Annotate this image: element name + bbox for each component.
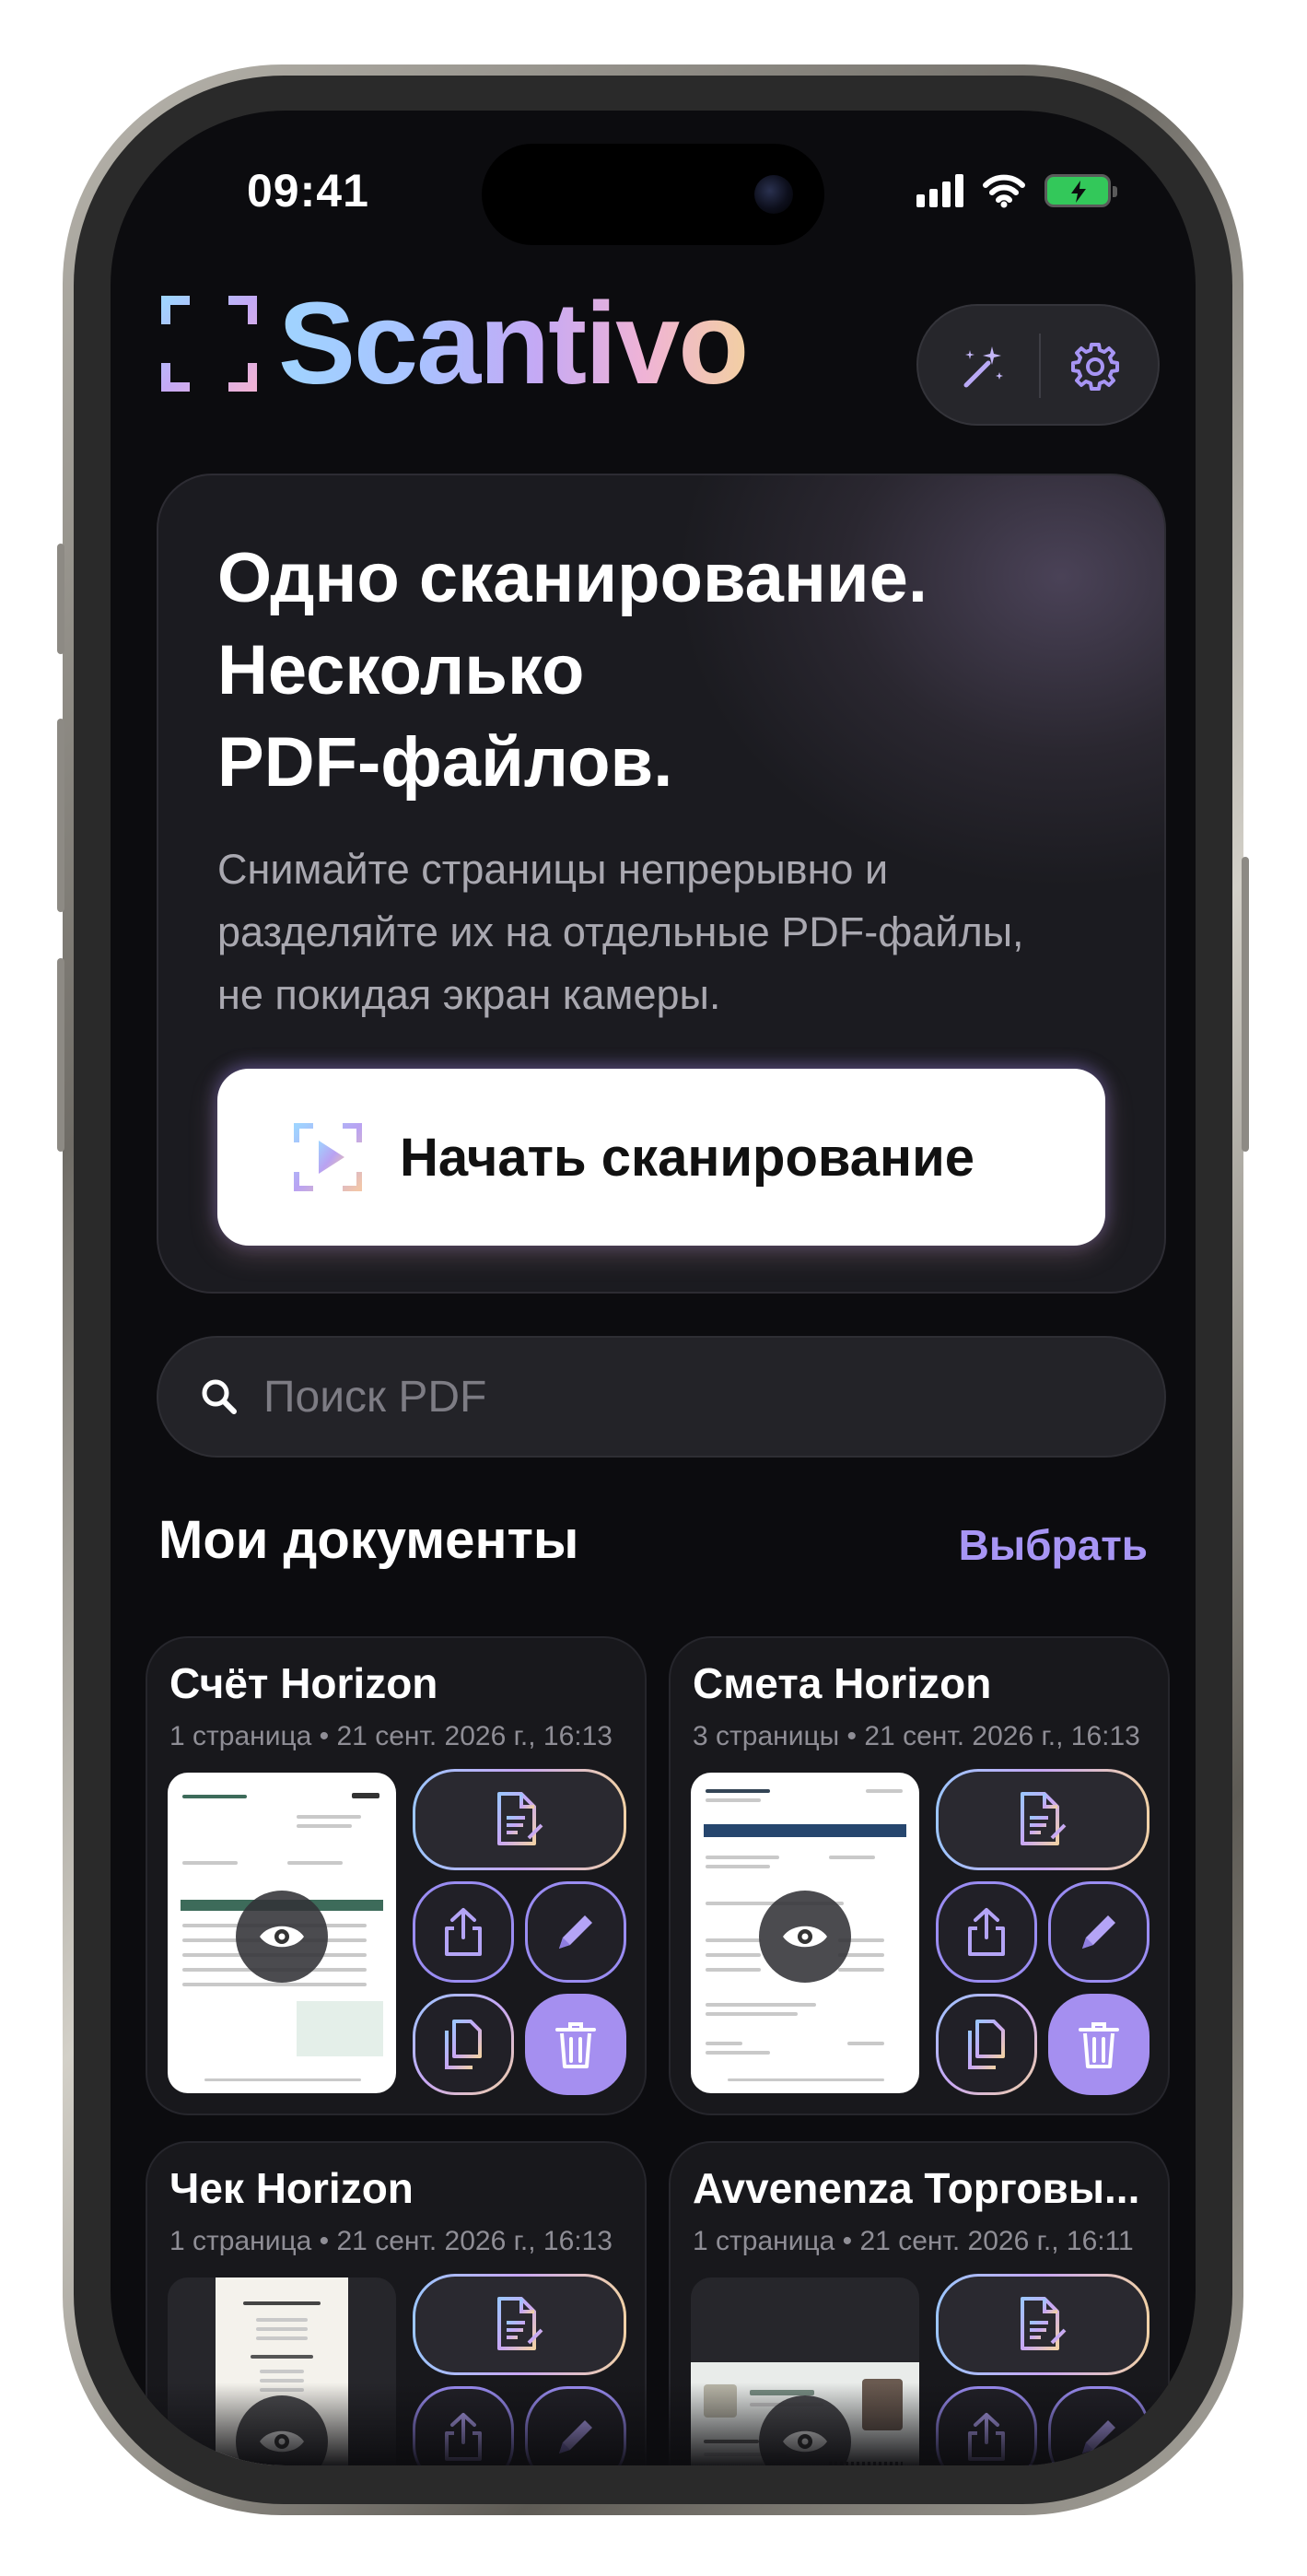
trash-icon bbox=[1079, 2022, 1119, 2068]
split-pdf-button[interactable] bbox=[936, 1769, 1149, 1870]
status-time: 09:41 bbox=[247, 165, 369, 217]
search-placeholder: Поиск PDF bbox=[263, 1372, 487, 1422]
magic-wand-icon bbox=[963, 346, 1003, 388]
document-edit-icon bbox=[1021, 2297, 1067, 2350]
app-name: Scantivo bbox=[278, 278, 749, 408]
share-icon bbox=[968, 1908, 1005, 1956]
split-pdf-button[interactable] bbox=[936, 2274, 1149, 2375]
volume-down-button bbox=[57, 958, 64, 1152]
search-field[interactable]: Поиск PDF bbox=[157, 1336, 1166, 1458]
document-edit-icon bbox=[1021, 1792, 1067, 1845]
rename-button[interactable] bbox=[1048, 1881, 1149, 1983]
hero-subtitle: Снимайте страницы непрерывно и разделяйт… bbox=[217, 846, 1024, 1018]
settings-button[interactable] bbox=[1058, 330, 1132, 404]
document-meta: 1 страница • 21 сент. 2026 г., 16:11 bbox=[693, 2226, 1134, 2256]
app-logo: Scantivo bbox=[158, 278, 749, 408]
document-meta: 1 страница • 21 сент. 2026 г., 16:13 bbox=[169, 2226, 613, 2256]
app-screen: 09:41 Scantivo Одно сканирование. Нескол… bbox=[111, 111, 1196, 2465]
document-title: Avvenenza Торговы... bbox=[693, 2164, 1140, 2212]
status-icons bbox=[916, 171, 1117, 210]
pencil-icon bbox=[559, 1915, 592, 1949]
document-edit-icon bbox=[497, 1792, 543, 1845]
header-actions bbox=[916, 304, 1160, 426]
delete-button[interactable] bbox=[1048, 1994, 1149, 2095]
share-icon bbox=[445, 1908, 482, 1956]
document-meta: 3 страницы • 21 сент. 2026 г., 16:13 bbox=[693, 1721, 1140, 1751]
document-thumbnail[interactable] bbox=[691, 1773, 919, 2093]
search-icon bbox=[202, 1379, 237, 1414]
pencil-icon bbox=[1082, 1915, 1115, 1949]
split-pdf-button[interactable] bbox=[413, 2274, 626, 2375]
share-button[interactable] bbox=[413, 1881, 514, 1983]
section-title: Мои документы bbox=[158, 1510, 579, 1570]
header-divider bbox=[1039, 334, 1041, 398]
dynamic-island bbox=[482, 144, 824, 245]
start-scan-button[interactable]: Начать сканирование bbox=[217, 1069, 1105, 1246]
front-camera bbox=[754, 175, 793, 214]
document-edit-icon bbox=[497, 2297, 543, 2350]
document-meta: 1 страница • 21 сент. 2026 г., 16:13 bbox=[169, 1721, 613, 1751]
copy-document-icon bbox=[968, 2020, 1005, 2069]
preview-button[interactable] bbox=[236, 1891, 328, 1983]
volume-up-button bbox=[57, 719, 64, 912]
duplicate-button[interactable] bbox=[936, 1994, 1037, 2095]
scan-frame-icon bbox=[161, 296, 257, 392]
wifi-icon bbox=[983, 174, 1025, 208]
cellular-signal-icon bbox=[916, 174, 963, 207]
delete-button[interactable] bbox=[525, 1994, 626, 2095]
share-button[interactable] bbox=[936, 1881, 1037, 1983]
start-scan-label: Начать сканирование bbox=[400, 1127, 974, 1188]
preview-button[interactable] bbox=[759, 1891, 851, 1983]
bottom-fade bbox=[111, 2383, 1196, 2465]
battery-icon bbox=[1044, 174, 1117, 207]
trash-icon bbox=[555, 2022, 596, 2068]
eye-icon bbox=[260, 1926, 304, 1948]
document-title: Счёт Horizon bbox=[169, 1659, 438, 1707]
document-title: Смета Horizon bbox=[693, 1659, 992, 1707]
power-button bbox=[1242, 857, 1249, 1152]
magic-button[interactable] bbox=[946, 330, 1020, 404]
document-card[interactable]: Смета Horizon 3 страницы • 21 сент. 2026… bbox=[669, 1636, 1170, 2115]
document-title: Чек Horizon bbox=[169, 2164, 414, 2212]
rename-button[interactable] bbox=[525, 1881, 626, 1983]
gear-icon bbox=[1071, 343, 1119, 391]
action-button bbox=[57, 544, 64, 654]
scan-play-icon bbox=[294, 1123, 362, 1191]
document-thumbnail[interactable] bbox=[168, 1773, 396, 2093]
split-pdf-button[interactable] bbox=[413, 1769, 626, 1870]
eye-icon bbox=[783, 1926, 827, 1948]
document-card[interactable]: Счёт Horizon 1 страница • 21 сент. 2026 … bbox=[146, 1636, 647, 2115]
copy-document-icon bbox=[445, 2020, 482, 2069]
duplicate-button[interactable] bbox=[413, 1994, 514, 2095]
select-button[interactable]: Выбрать bbox=[959, 1520, 1148, 1570]
hero-title: Одно сканирование. Несколько PDF-файлов. bbox=[217, 539, 928, 802]
